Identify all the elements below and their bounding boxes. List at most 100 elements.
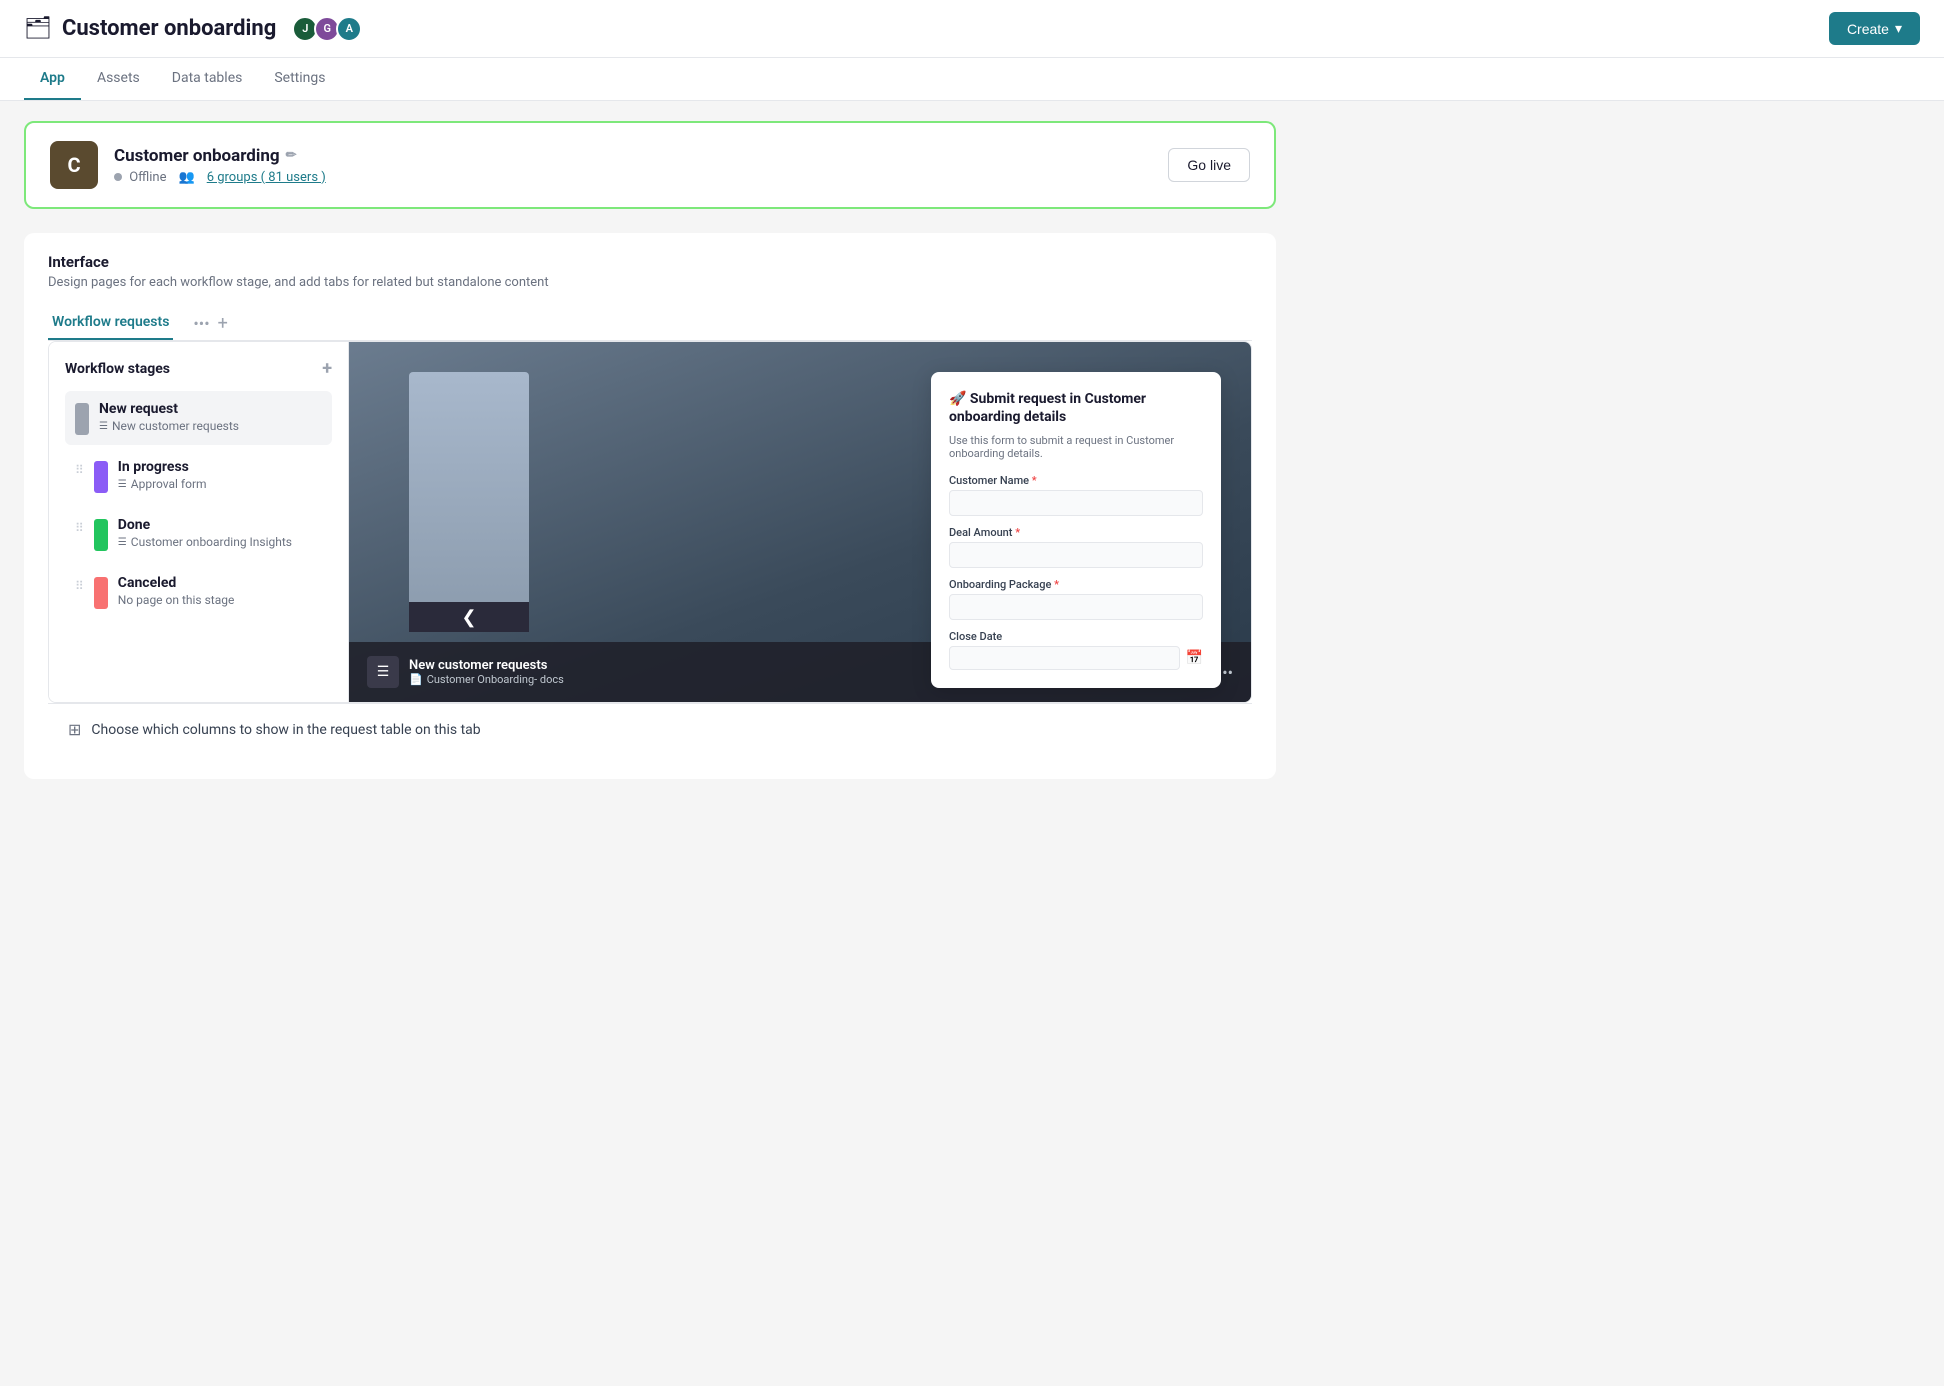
- inner-tabs: Workflow requests ••• +: [48, 306, 1252, 341]
- stages-title: Workflow stages: [65, 361, 170, 377]
- preview-bottom-sub: 📄 Customer Onboarding- docs: [409, 673, 564, 686]
- stage-item-in-progress[interactable]: ⠿ In progress ☰ Approval form: [65, 449, 332, 503]
- stages-add-icon[interactable]: +: [322, 358, 332, 379]
- stage-color-new-request: [75, 403, 89, 435]
- preview-field-input-3: [949, 594, 1203, 620]
- stage-sub-new-request: ☰ New customer requests: [99, 419, 239, 433]
- interface-section: Interface Design pages for each workflow…: [24, 233, 1276, 779]
- stage-item-canceled[interactable]: ⠿ Canceled No page on this stage: [65, 565, 332, 619]
- stage-name-canceled: Canceled: [118, 575, 235, 591]
- onboarding-icon: C: [50, 141, 98, 189]
- preview-close-date-input: [949, 646, 1180, 670]
- stages-header: Workflow stages +: [65, 358, 332, 379]
- onboarding-icon-letter: C: [67, 153, 80, 177]
- preview-bottom-left: ☰ New customer requests 📄 Customer Onboa…: [367, 656, 564, 688]
- calendar-icon: 📅: [1186, 650, 1203, 666]
- preview-left-bottom: ❮: [409, 602, 529, 632]
- top-bar-left: 🗂 Customer onboarding J G A: [24, 16, 362, 42]
- tab-settings[interactable]: Settings: [258, 58, 341, 100]
- inner-tab-add-icon[interactable]: +: [218, 313, 228, 334]
- columns-icon: ⊞: [68, 720, 81, 739]
- top-bar: 🗂 Customer onboarding J G A Create ▾: [0, 0, 1944, 58]
- preview-field-input-2: [949, 542, 1203, 568]
- offline-status: Offline: [114, 170, 167, 185]
- preview-card-title: 🚀 Submit request in Customer onboarding …: [949, 390, 1203, 426]
- required-indicator-2: *: [1015, 526, 1020, 539]
- stage-item-done[interactable]: ⠿ Done ☰ Customer onboarding Insights: [65, 507, 332, 561]
- stage-color-canceled: [94, 577, 108, 609]
- onboarding-info: Customer onboarding ✏ Offline 👥 6 groups…: [114, 146, 326, 185]
- stage-name-in-progress: In progress: [118, 459, 207, 475]
- groups-link[interactable]: 6 groups ( 81 users ): [207, 170, 326, 185]
- stage-sub-canceled: No page on this stage: [118, 593, 235, 607]
- stage-sub-text-in-progress: Approval form: [131, 477, 207, 491]
- preview-overlay-card: 🚀 Submit request in Customer onboarding …: [931, 372, 1221, 688]
- stage-info-done: Done ☰ Customer onboarding Insights: [118, 517, 292, 549]
- stage-sub-in-progress: ☰ Approval form: [118, 477, 207, 491]
- preview-panel: ❮ 🚀 Submit request in Customer onboardin…: [349, 342, 1251, 702]
- create-button[interactable]: Create ▾: [1829, 12, 1920, 45]
- onboarding-meta: Offline 👥 6 groups ( 81 users ): [114, 170, 326, 185]
- preview-bottom-doc-icon: ☰: [377, 664, 390, 680]
- preview-bottom-icon: ☰: [367, 656, 399, 688]
- tab-data-tables[interactable]: Data tables: [156, 58, 259, 100]
- preview-field-input-1: [949, 490, 1203, 516]
- preview-bottom-sub-text: Customer Onboarding- docs: [427, 673, 564, 686]
- stages-panel: Workflow stages + New request ☰ New cust…: [49, 342, 349, 702]
- preview-left-arrow-icon: ❮: [461, 607, 476, 628]
- stage-name-done: Done: [118, 517, 292, 533]
- preview-bottom-title: New customer requests: [409, 658, 564, 673]
- onboarding-name-text: Customer onboarding: [114, 146, 280, 166]
- required-indicator-1: *: [1032, 474, 1037, 487]
- required-indicator-3: *: [1054, 578, 1059, 591]
- stage-sub-done: ☰ Customer onboarding Insights: [118, 535, 292, 549]
- go-live-button[interactable]: Go live: [1168, 148, 1250, 182]
- onboarding-name: Customer onboarding ✏: [114, 146, 326, 166]
- columns-chooser[interactable]: ⊞ Choose which columns to show in the re…: [48, 703, 1252, 755]
- drag-handle-in-progress: ⠿: [75, 463, 84, 477]
- interface-desc: Design pages for each workflow stage, an…: [48, 275, 1252, 290]
- create-chevron-icon: ▾: [1895, 20, 1902, 37]
- tab-assets[interactable]: Assets: [81, 58, 156, 100]
- preview-card-desc: Use this form to submit a request in Cus…: [949, 434, 1203, 460]
- offline-dot: [114, 173, 122, 181]
- edit-icon[interactable]: ✏: [286, 148, 297, 163]
- preview-field-label-2: Deal Amount *: [949, 526, 1203, 539]
- stage-sub-text-done: Customer onboarding Insights: [131, 535, 292, 549]
- stage-sub-icon-3: ☰: [118, 537, 127, 548]
- doc-icon: 📄: [409, 673, 423, 686]
- preview-field-label-1: Customer Name *: [949, 474, 1203, 487]
- offline-label: Offline: [129, 170, 166, 185]
- preview-close-date-label: Close Date: [949, 630, 1203, 643]
- preview-bottom-info: New customer requests 📄 Customer Onboard…: [409, 658, 564, 686]
- create-label: Create: [1847, 21, 1889, 37]
- onboarding-card-left: C Customer onboarding ✏ Offline 👥 6 grou…: [50, 141, 326, 189]
- avatar-group: J G A: [292, 16, 362, 42]
- app-logo-icon: 🗂: [24, 16, 52, 41]
- preview-field-label-3: Onboarding Package *: [949, 578, 1203, 591]
- tab-app[interactable]: App: [24, 58, 81, 100]
- stage-sub-icon: ☰: [99, 421, 108, 432]
- stage-sub-icon-2: ☰: [118, 479, 127, 490]
- stage-info-in-progress: In progress ☰ Approval form: [118, 459, 207, 491]
- inner-tab-dots-icon[interactable]: •••: [193, 314, 209, 333]
- page-body: C Customer onboarding ✏ Offline 👥 6 grou…: [0, 101, 1300, 799]
- columns-chooser-label: Choose which columns to show in the requ…: [91, 722, 480, 738]
- content-area: Workflow stages + New request ☰ New cust…: [48, 341, 1252, 703]
- stage-name-new-request: New request: [99, 401, 239, 417]
- preview-close-date-row: 📅: [949, 646, 1203, 670]
- stage-color-done: [94, 519, 108, 551]
- stage-item-new-request[interactable]: New request ☰ New customer requests: [65, 391, 332, 445]
- preview-left-form: ❮: [409, 372, 529, 632]
- interface-title: Interface: [48, 253, 1252, 271]
- stage-sub-text-canceled: No page on this stage: [118, 593, 235, 607]
- stage-info-canceled: Canceled No page on this stage: [118, 575, 235, 607]
- avatar-a[interactable]: A: [336, 16, 362, 42]
- stage-sub-text-new-request: New customer requests: [112, 419, 239, 433]
- drag-handle-canceled: ⠿: [75, 579, 84, 593]
- inner-tab-workflow-requests[interactable]: Workflow requests: [48, 306, 173, 340]
- drag-handle-done: ⠿: [75, 521, 84, 535]
- onboarding-card: C Customer onboarding ✏ Offline 👥 6 grou…: [24, 121, 1276, 209]
- app-title: Customer onboarding: [62, 16, 276, 41]
- nav-tabs: App Assets Data tables Settings: [0, 58, 1944, 101]
